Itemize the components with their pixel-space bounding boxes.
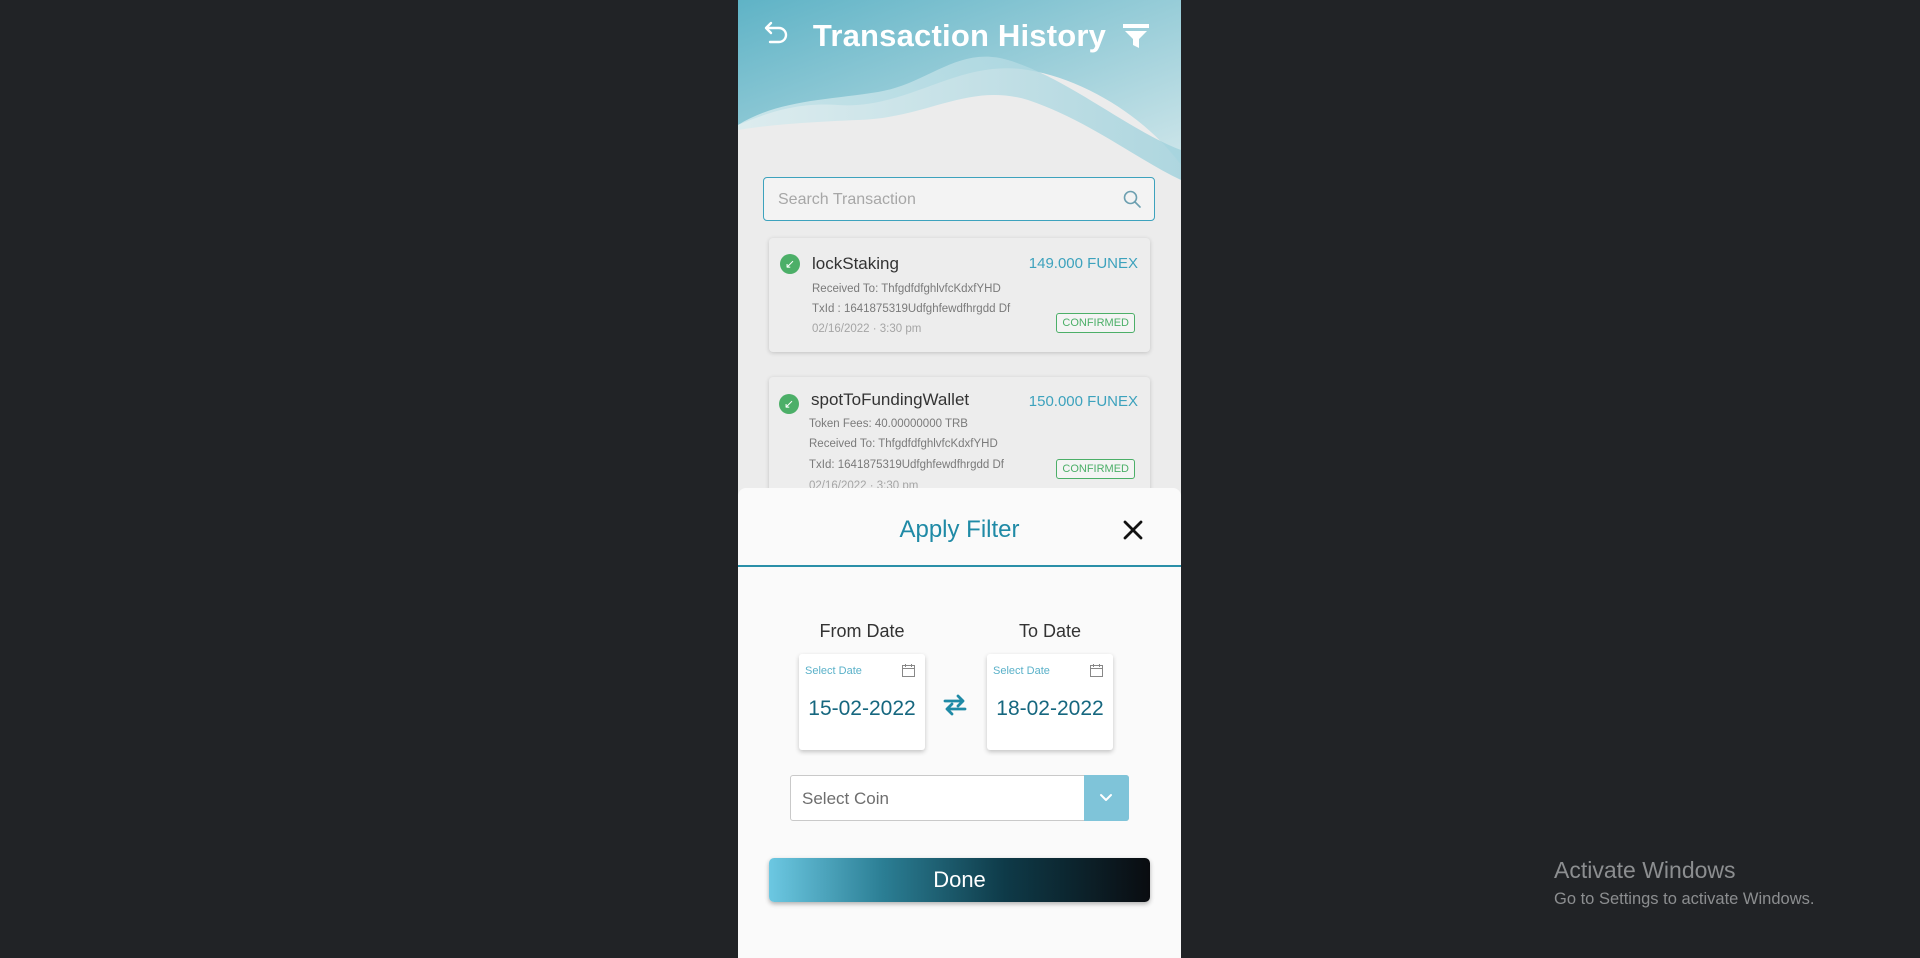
from-date-value: 15-02-2022 xyxy=(808,697,916,720)
swap-arrows-icon[interactable] xyxy=(942,692,968,718)
mobile-app-screen: Transaction History ↙ lockStaking 149.00… xyxy=(738,0,1181,958)
transaction-amount: 150.000 FUNEX xyxy=(1028,393,1138,410)
search-box xyxy=(763,177,1155,221)
date-hint: Select Date xyxy=(805,665,862,677)
transaction-date: 02/16/2022 · 3:30 pm xyxy=(812,323,922,335)
transaction-card[interactable]: ↙ lockStaking 149.000 FUNEX Received To:… xyxy=(769,238,1150,352)
search-icon[interactable] xyxy=(1122,189,1142,209)
transaction-detail: TxId: 1641875319Udfghfewdfhrgdd Df xyxy=(809,459,1004,471)
from-date-label: From Date xyxy=(819,621,905,641)
to-date-value: 18-02-2022 xyxy=(996,697,1104,720)
close-icon[interactable] xyxy=(1121,518,1145,542)
status-badge: CONFIRMED xyxy=(1056,459,1135,479)
transaction-type: lockStaking xyxy=(812,254,899,273)
calendar-icon xyxy=(1090,664,1103,677)
dropdown-toggle[interactable] xyxy=(1084,775,1129,821)
to-date-picker[interactable]: Select Date 18-02-2022 xyxy=(987,654,1113,750)
activate-windows-title: Activate Windows xyxy=(1554,857,1736,883)
transaction-card[interactable]: ↙ spotToFundingWallet 150.000 FUNEX Toke… xyxy=(769,377,1150,497)
funnel-icon[interactable] xyxy=(1120,20,1152,52)
received-arrow-icon: ↙ xyxy=(780,254,800,274)
transaction-detail: Token Fees: 40.00000000 TRB xyxy=(809,418,968,430)
filter-title: Apply Filter xyxy=(899,516,1020,543)
to-date-label: To Date xyxy=(1018,621,1082,641)
select-coin-placeholder: Select Coin xyxy=(802,789,889,808)
date-hint: Select Date xyxy=(993,665,1050,677)
transaction-detail: Received To: ThfgdfdfghlvfcKdxfYHD xyxy=(809,438,998,450)
from-date-picker[interactable]: Select Date 15-02-2022 xyxy=(799,654,925,750)
transaction-type: spotToFundingWallet xyxy=(811,390,970,409)
received-arrow-icon: ↙ xyxy=(779,394,799,414)
transaction-detail: TxId : 1641875319Udfghfewdfhrgdd Df xyxy=(812,303,1011,315)
sheet-divider xyxy=(738,565,1181,567)
chevron-down-icon xyxy=(1100,794,1112,801)
select-coin-dropdown[interactable]: Select Coin xyxy=(790,775,1129,821)
filter-bottom-sheet: Apply Filter From Date To Date Select Da… xyxy=(738,488,1181,958)
calendar-icon xyxy=(902,664,915,677)
status-badge: CONFIRMED xyxy=(1056,313,1135,333)
activate-windows-subtitle: Go to Settings to activate Windows. xyxy=(1554,890,1815,908)
done-button[interactable]: Done xyxy=(769,858,1150,902)
transaction-detail: Received To: ThfgdfdfghlvfcKdxfYHD xyxy=(812,283,1001,295)
transaction-amount: 149.000 FUNEX xyxy=(1028,255,1138,272)
search-input[interactable] xyxy=(776,178,1110,221)
page-title: Transaction History xyxy=(812,18,1107,53)
